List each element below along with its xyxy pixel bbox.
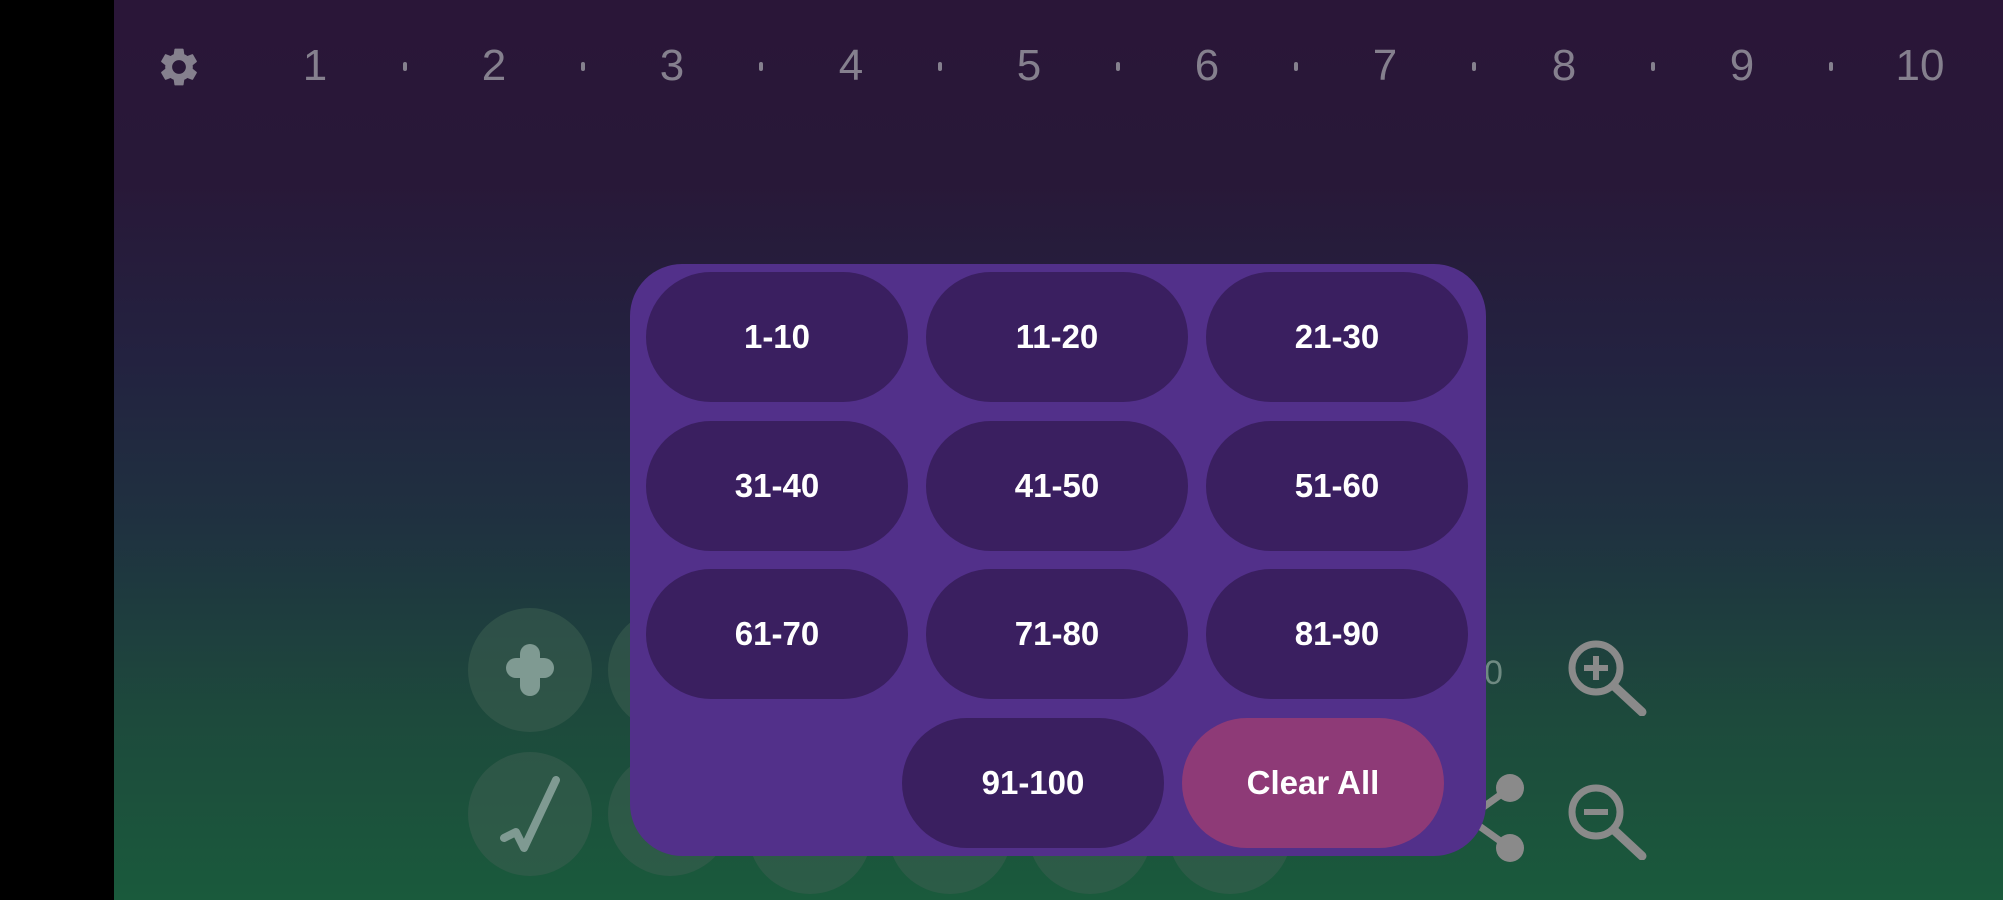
ruler-tick <box>1472 62 1476 71</box>
range-21-30-button[interactable]: 21-30 <box>1206 272 1468 402</box>
ruler-number[interactable]: 1 <box>303 36 327 96</box>
checkmark-icon <box>500 776 560 852</box>
ruler-tick <box>403 62 407 71</box>
ruler-number[interactable]: 9 <box>1730 36 1754 96</box>
zoom-out-icon[interactable] <box>1564 780 1652 860</box>
ruler-number[interactable]: 5 <box>1017 36 1041 96</box>
zoom-in-icon[interactable] <box>1564 636 1652 716</box>
plus-icon <box>506 644 554 696</box>
range-71-80-button[interactable]: 71-80 <box>926 569 1188 699</box>
ruler-number[interactable]: 8 <box>1552 36 1576 96</box>
ruler-tick <box>1829 62 1833 71</box>
left-black-bar <box>0 0 114 900</box>
app-screen: 1 2 3 4 5 6 7 8 9 10 0 1-10 11-20 21-30 … <box>114 0 2003 900</box>
range-1-10-button[interactable]: 1-10 <box>646 272 908 402</box>
range-51-60-button[interactable]: 51-60 <box>1206 421 1468 551</box>
check-button[interactable] <box>468 752 592 876</box>
ruler-tick <box>1294 62 1298 71</box>
ruler-number[interactable]: 3 <box>660 36 684 96</box>
range-61-70-button[interactable]: 61-70 <box>646 569 908 699</box>
number-ruler: 1 2 3 4 5 6 7 8 9 10 <box>114 36 2003 96</box>
ruler-tick <box>1651 62 1655 71</box>
ruler-tick <box>759 62 763 71</box>
ruler-tick <box>938 62 942 71</box>
ruler-number[interactable]: 2 <box>482 36 506 96</box>
ruler-number[interactable]: 7 <box>1373 36 1397 96</box>
range-81-90-button[interactable]: 81-90 <box>1206 569 1468 699</box>
range-picker-popup: 1-10 11-20 21-30 31-40 41-50 51-60 61-70… <box>630 264 1486 856</box>
background-counter: 0 <box>1484 654 1503 692</box>
ruler-number[interactable]: 4 <box>839 36 863 96</box>
ruler-number[interactable]: 10 <box>1896 36 1945 96</box>
ruler-number[interactable]: 6 <box>1195 36 1219 96</box>
range-11-20-button[interactable]: 11-20 <box>926 272 1188 402</box>
add-button[interactable] <box>468 608 592 732</box>
clear-all-button[interactable]: Clear All <box>1182 718 1444 848</box>
ruler-tick <box>1116 62 1120 71</box>
range-41-50-button[interactable]: 41-50 <box>926 421 1188 551</box>
range-91-100-button[interactable]: 91-100 <box>902 718 1164 848</box>
range-31-40-button[interactable]: 31-40 <box>646 421 908 551</box>
ruler-tick <box>581 62 585 71</box>
